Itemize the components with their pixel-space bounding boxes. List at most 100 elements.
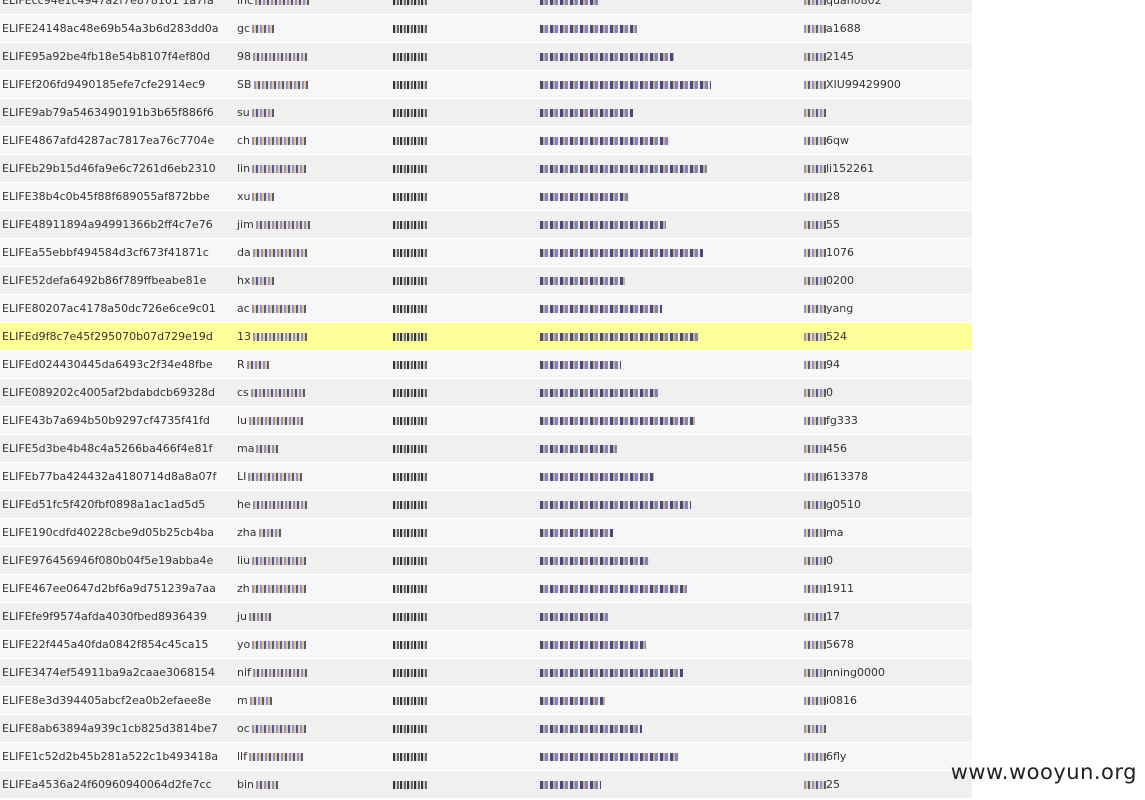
table-row[interactable]: ELIFE9ab79a5463490191b3b65f886f6 su xyxy=(0,98,972,127)
cell-id: ELIFEcc94e1c4947a2f7e878101 1a7fa xyxy=(0,0,235,15)
redacted-block xyxy=(393,361,427,369)
cell-password xyxy=(391,434,538,463)
redacted-block xyxy=(804,669,826,677)
cell-username: ma xyxy=(235,434,391,463)
table-row[interactable]: ELIFEa55ebbf494584d3cf673f41871c da 1076 xyxy=(0,238,972,267)
redacted-block xyxy=(393,445,427,453)
username-text: LI xyxy=(237,470,247,483)
cell-id: ELIFE24148ac48e69b54a3b6d283dd0a xyxy=(0,14,235,43)
table-row[interactable]: ELIFE95a92be4fb18e54b8107f4ef80d 98 2145 xyxy=(0,42,972,71)
table-row[interactable]: ELIFE24148ac48e69b54a3b6d283dd0a gc a1688 xyxy=(0,14,972,43)
cell-salt: a1688 xyxy=(802,14,972,43)
salt-text: i0816 xyxy=(826,694,858,707)
salt-text: quan0802 xyxy=(826,0,882,7)
cell-hash xyxy=(538,70,802,99)
page: ELIFEcc94e1c4947a2f7e878101 1a7fa inc quan… xyxy=(0,0,1145,800)
username-text: xu xyxy=(237,190,251,203)
table-row[interactable]: ELIFEf206fd9490185efe7cfe2914ec9 SB XIU994… xyxy=(0,70,972,99)
table-row[interactable]: ELIFEcc94e1c4947a2f7e878101 1a7fa inc quan… xyxy=(0,0,972,15)
table-row[interactable]: ELIFE43b7a694b50b9297cf4735f41fd lu fg333 xyxy=(0,406,972,435)
table-row[interactable]: ELIFEfe9f9574afda4030fbed8936439 ju 17 xyxy=(0,602,972,631)
cell-salt: li152261 xyxy=(802,154,972,183)
cell-id: ELIFE190cdfd40228cbe9d05b25cb4ba xyxy=(0,518,235,547)
table-row[interactable]: ELIFE38b4c0b45f88f689055af872bbe xu 28 xyxy=(0,182,972,211)
salt-text: 0 xyxy=(826,386,833,399)
cell-id: ELIFE467ee0647d2bf6a9d751239a7aa xyxy=(0,574,235,603)
redacted-block xyxy=(804,165,826,173)
table-row[interactable]: ELIFEd51fc5f420fbf0898a1ac1ad5d5 he g0510 xyxy=(0,490,972,519)
salt-text: 17 xyxy=(826,610,840,623)
username-text: bin xyxy=(237,778,255,791)
table-row[interactable]: ELIFEd9f8c7e45f295070b07d729e19d 13 524 xyxy=(0,322,972,351)
table-row[interactable]: ELIFE4867afd4287ac7817ea76c7704e ch 6qw xyxy=(0,126,972,155)
table-row[interactable]: ELIFE52defa6492b86f789ffbeabe81e hx 0200 xyxy=(0,266,972,295)
cell-password xyxy=(391,322,538,351)
salt-text: XIU99429900 xyxy=(826,78,901,91)
redacted-block xyxy=(540,669,683,677)
redacted-block xyxy=(248,473,303,481)
redacted-block xyxy=(804,641,826,649)
cell-password xyxy=(391,266,538,295)
redacted-block xyxy=(540,585,687,593)
redacted-block xyxy=(804,277,826,285)
cell-username: oc xyxy=(235,714,391,743)
cell-hash xyxy=(538,210,802,239)
username-text: nif xyxy=(237,666,251,679)
cell-salt: 0 xyxy=(802,546,972,575)
cell-password xyxy=(391,490,538,519)
cell-id: ELIFE52defa6492b86f789ffbeabe81e xyxy=(0,266,235,295)
table-row[interactable]: ELIFE976456946f080b04f5e19abba4e liu 0 xyxy=(0,546,972,575)
cell-id: ELIFE9ab79a5463490191b3b65f886f6 xyxy=(0,98,235,127)
table-row[interactable]: ELIFE089202c4005af2bdabdcb69328d cs 0 xyxy=(0,378,972,407)
cell-username: zha xyxy=(235,518,391,547)
table-row[interactable]: ELIFE48911894a94991366b2ff4c7e76 jim 55 xyxy=(0,210,972,239)
redacted-block xyxy=(393,473,427,481)
table-row[interactable]: ELIFE8ab63894a939c1cb825d3814be7 oc xyxy=(0,714,972,743)
cell-hash xyxy=(538,322,802,351)
redacted-block xyxy=(252,193,275,201)
table-row[interactable]: ELIFE3474ef54911ba9a2caae3068154 nif nning… xyxy=(0,658,972,687)
table-row[interactable]: ELIFE80207ac4178a50dc726e6ce9c01 ac yang xyxy=(0,294,972,323)
table-row[interactable]: ELIFEb77ba424432a4180714d8a8a07f LI 613378 xyxy=(0,462,972,491)
table-row[interactable]: ELIFE5d3be4b48c4a5266ba466f4e81f ma 456 xyxy=(0,434,972,463)
redacted-block xyxy=(393,0,427,5)
salt-text: 55 xyxy=(826,218,840,231)
redacted-block xyxy=(804,417,826,425)
table-row[interactable]: ELIFEd024430445da6493c2f34e48fbe R 94 xyxy=(0,350,972,379)
username-text: ma xyxy=(237,442,255,455)
table-row[interactable]: ELIFE22f445a40fda0842f854c45ca15 yo 5678 xyxy=(0,630,972,659)
redacted-block xyxy=(804,389,826,397)
redacted-block xyxy=(250,389,305,397)
salt-text: 5678 xyxy=(826,638,854,651)
cell-salt: yang xyxy=(802,294,972,323)
cell-salt: 25 xyxy=(802,770,972,799)
table-row[interactable]: ELIFE467ee0647d2bf6a9d751239a7aa zh 1911 xyxy=(0,574,972,603)
cell-salt: 456 xyxy=(802,434,972,463)
redacted-block xyxy=(540,25,637,33)
cell-password xyxy=(391,0,538,15)
cell-salt xyxy=(802,98,972,127)
table-row[interactable]: ELIFEb29b15d46fa9e6c7261d6eb2310 lin li152… xyxy=(0,154,972,183)
salt-text: 613378 xyxy=(826,470,868,483)
cell-username: ch xyxy=(235,126,391,155)
table-row[interactable]: ELIFE190cdfd40228cbe9d05b25cb4ba zha ma xyxy=(0,518,972,547)
redacted-block xyxy=(804,81,826,89)
table-row[interactable]: ELIFEa4536a24f60960940064d2fe7cc bin 25 xyxy=(0,770,972,799)
redacted-block xyxy=(252,137,307,145)
redacted-block xyxy=(251,585,306,593)
table-row[interactable]: ELIFE8e3d394405abcf2ea0b2efaee8e m i0816 xyxy=(0,686,972,715)
redacted-block xyxy=(255,0,310,5)
cell-salt: quan0802 xyxy=(802,0,972,15)
redacted-block xyxy=(249,753,303,761)
cell-hash xyxy=(538,14,802,43)
redacted-block xyxy=(251,305,306,313)
redacted-block xyxy=(804,585,826,593)
redacted-block xyxy=(393,137,427,145)
redacted-block xyxy=(540,613,609,621)
username-text: 13 xyxy=(237,330,251,343)
username-text: lu xyxy=(237,414,248,427)
redacted-block xyxy=(251,725,306,733)
cell-username: gc xyxy=(235,14,391,43)
table-row[interactable]: ELIFE1c52d2b45b281a522c1b493418a llf 6fly xyxy=(0,742,972,771)
redacted-block xyxy=(249,613,272,621)
